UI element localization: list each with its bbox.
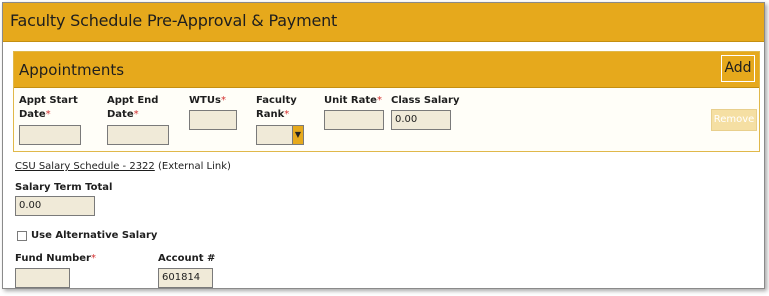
salary-schedule-link[interactable]: CSU Salary Schedule - 2322 <box>15 161 155 172</box>
wtus-label-text: WTUs <box>189 95 221 106</box>
use-alternative-salary-label: Use Alternative Salary <box>31 230 158 241</box>
required-marker: * <box>45 109 51 120</box>
faculty-rank-select[interactable]: ▼ <box>256 125 304 145</box>
appointments-title: Appointments <box>19 61 125 79</box>
add-button[interactable]: Add <box>721 55 755 82</box>
appointments-header: Appointments Add <box>14 52 759 88</box>
wtus-label: WTUs* <box>189 94 226 108</box>
class-salary-field: 0.00 <box>391 110 451 130</box>
account-number-label: Account # <box>158 253 216 264</box>
salary-term-total-field: 0.00 <box>15 196 95 216</box>
faculty-rank-label-line1: Faculty <box>256 95 297 106</box>
use-alternative-salary-checkbox[interactable] <box>17 231 27 241</box>
unit-rate-label: Unit Rate* <box>324 94 382 108</box>
faculty-rank-label: Faculty Rank* <box>256 94 297 122</box>
wtus-field[interactable] <box>189 110 237 130</box>
appt-start-date-label-line1: Appt Start <box>19 95 78 106</box>
form-title: Faculty Schedule Pre-Approval & Payment <box>10 11 338 30</box>
required-marker: * <box>220 95 226 106</box>
remove-button[interactable]: Remove <box>711 109 757 131</box>
salary-term-total-label: Salary Term Total <box>15 182 113 193</box>
form-header: Faculty Schedule Pre-Approval & Payment <box>3 3 764 42</box>
unit-rate-field[interactable] <box>324 110 384 130</box>
salary-schedule-link-row: CSU Salary Schedule - 2322 (External Lin… <box>15 161 231 172</box>
appt-start-date-label-line2: Date <box>19 109 46 120</box>
fund-number-label: Fund Number* <box>15 252 96 266</box>
required-marker: * <box>284 109 290 120</box>
fund-number-label-text: Fund Number <box>15 253 91 264</box>
form-panel: Faculty Schedule Pre-Approval & Payment … <box>2 2 765 289</box>
appt-start-date-field[interactable] <box>19 125 81 145</box>
faculty-rank-label-line2: Rank <box>256 109 285 120</box>
required-marker: * <box>91 253 96 264</box>
required-marker: * <box>376 95 382 106</box>
account-number-field: 601814 <box>158 268 213 288</box>
chevron-down-icon[interactable]: ▼ <box>292 126 303 144</box>
appointments-section: Appointments Add Appt Start Date* Appt E… <box>13 51 760 152</box>
appt-end-date-label-line1: Appt End <box>107 95 159 106</box>
appt-start-date-label: Appt Start Date* <box>19 94 78 122</box>
appt-end-date-label-line2: Date <box>107 109 134 120</box>
class-salary-label: Class Salary <box>391 95 460 106</box>
external-link-note: (External Link) <box>154 161 231 172</box>
fund-number-field[interactable] <box>15 268 70 288</box>
unit-rate-label-text: Unit Rate <box>324 95 377 106</box>
appt-end-date-label: Appt End Date* <box>107 94 158 122</box>
appt-end-date-field[interactable] <box>107 125 169 145</box>
required-marker: * <box>133 109 139 120</box>
